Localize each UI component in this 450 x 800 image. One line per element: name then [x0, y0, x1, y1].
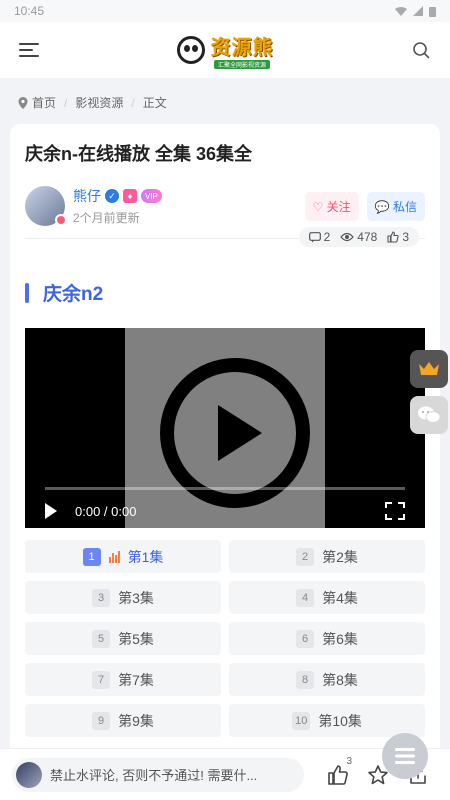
- episode-label: 第3集: [118, 589, 154, 606]
- status-time: 10:45: [14, 4, 45, 18]
- episode-number: 4: [296, 588, 315, 607]
- user-avatar: [16, 761, 42, 788]
- verified-icon: ✓: [105, 189, 119, 203]
- video-player[interactable]: 0:00 / 0:00: [25, 328, 425, 528]
- like-button-count: 3: [346, 755, 352, 767]
- author-avatar[interactable]: [25, 186, 67, 226]
- status-bar: 10:45: [0, 0, 450, 22]
- site-logo[interactable]: 资源熊 汇聚全网影视资源: [176, 31, 274, 69]
- wechat-float-button[interactable]: [410, 396, 448, 434]
- episode-label: 第9集: [118, 712, 154, 729]
- episode-number: 5: [92, 629, 111, 648]
- episode-button[interactable]: 7 第7集: [25, 663, 221, 696]
- follow-label: 关注: [326, 199, 351, 214]
- episode-number: 2: [296, 547, 315, 566]
- breadcrumb-category[interactable]: 影视资源: [75, 94, 123, 111]
- menu-icon[interactable]: [16, 37, 42, 63]
- episode-label: 第6集: [322, 630, 358, 647]
- episode-label: 第7集: [118, 671, 154, 688]
- view-count: 478: [340, 230, 377, 244]
- episode-number: 9: [92, 711, 111, 730]
- episode-number: 3: [92, 588, 111, 607]
- comment-count: 2: [308, 230, 330, 244]
- logo-text: 资源熊: [210, 37, 274, 59]
- episode-button[interactable]: 6 第6集: [229, 622, 425, 655]
- breadcrumb: 首页 / 影视资源 / 正文: [0, 78, 450, 123]
- like-button[interactable]: 3: [318, 756, 358, 786]
- panda-icon: [176, 36, 205, 64]
- message-label: 私信: [392, 199, 417, 214]
- status-icons: [395, 6, 436, 17]
- section-accent-bar: [25, 282, 29, 303]
- search-icon[interactable]: [408, 37, 434, 63]
- like-count: 3: [387, 230, 409, 244]
- breadcrumb-current: 正文: [142, 96, 167, 110]
- episode-button[interactable]: 4 第4集: [229, 581, 425, 614]
- episode-label: 第8集: [322, 671, 358, 688]
- top-bar: 资源熊 汇聚全网影视资源: [0, 22, 450, 78]
- author-name[interactable]: 熊仔: [73, 186, 101, 206]
- episode-number: 10: [292, 711, 311, 730]
- episode-button[interactable]: 8 第8集: [229, 663, 425, 696]
- follow-button[interactable]: ♡ 关注: [304, 191, 359, 221]
- episode-number: 8: [296, 670, 315, 689]
- breadcrumb-separator: /: [64, 95, 68, 110]
- thumb-up-icon: [387, 231, 400, 243]
- episode-button[interactable]: 3 第3集: [25, 581, 221, 614]
- location-pin-icon: [18, 96, 28, 109]
- episode-label: 第2集: [322, 548, 358, 565]
- comment-placeholder: 禁止水评论, 否则不予通过! 需要什...: [50, 768, 258, 783]
- episode-number: 7: [92, 670, 111, 689]
- heart-icon: ♡: [312, 199, 324, 214]
- wifi-icon: [395, 7, 407, 16]
- wechat-icon: [418, 406, 441, 423]
- section-heading: 庆余n2: [25, 279, 425, 306]
- section-title-text: 庆余n2: [43, 284, 104, 305]
- message-button[interactable]: 💬 私信: [366, 191, 425, 221]
- episode-list: 1 第1集 2 第2集 3 第3集 4 第4集 5 第5集 6 第6集 7 第7集 8 第8集 9 第9集 10 第1…: [25, 540, 425, 737]
- episode-button[interactable]: 10 第10集: [229, 704, 425, 737]
- author-row: 熊仔 ✓ ♦ VIP 2个月前更新 ♡ 关注 💬 私信: [25, 186, 425, 226]
- avatar-badge-icon: [55, 214, 67, 226]
- eye-icon: [340, 232, 355, 242]
- video-progress-bar[interactable]: [45, 487, 405, 490]
- menu-icon: [395, 748, 415, 764]
- comment-icon: [308, 231, 321, 242]
- breadcrumb-home[interactable]: 首页: [32, 94, 56, 111]
- logo-subtitle: 汇聚全网影视资源: [213, 60, 270, 69]
- episode-button[interactable]: 2 第2集: [229, 540, 425, 573]
- episode-button[interactable]: 5 第5集: [25, 622, 221, 655]
- chat-icon: 💬: [374, 199, 390, 214]
- post-card: 庆余n-在线播放 全集 36集全 熊仔 ✓ ♦ VIP 2个月前更新 ♡ 关注 …: [10, 124, 440, 800]
- episode-label: 第4集: [322, 589, 358, 606]
- play-icon[interactable]: [45, 503, 57, 519]
- level-badge-icon: ♦: [123, 189, 137, 203]
- fullscreen-icon[interactable]: [385, 502, 405, 520]
- thumb-up-icon: [328, 764, 348, 785]
- signal-icon: [413, 6, 423, 16]
- battery-icon: [429, 6, 436, 17]
- crown-icon: [419, 362, 439, 375]
- episode-number: 6: [296, 629, 315, 648]
- video-time: 0:00 / 0:00: [75, 503, 137, 519]
- divider: 2 478 3: [25, 227, 425, 247]
- vip-badge: VIP: [141, 189, 162, 203]
- float-menu-button[interactable]: [382, 733, 428, 779]
- breadcrumb-separator: /: [131, 95, 135, 110]
- episode-label: 第1集: [127, 548, 164, 565]
- post-title: 庆余n-在线播放 全集 36集全: [25, 144, 253, 164]
- episode-label: 第10集: [318, 712, 362, 729]
- playing-bars-icon: [108, 550, 120, 563]
- update-time: 2个月前更新: [73, 211, 140, 225]
- episode-number: 1: [82, 547, 101, 566]
- video-controls: 0:00 / 0:00: [45, 502, 405, 520]
- vip-float-button[interactable]: [410, 350, 448, 388]
- play-big-icon[interactable]: [160, 358, 310, 508]
- episode-button[interactable]: 9 第9集: [25, 704, 221, 737]
- episode-label: 第5集: [118, 630, 154, 647]
- post-stats: 2 478 3: [298, 227, 419, 247]
- episode-button[interactable]: 1 第1集: [25, 540, 221, 573]
- comment-input[interactable]: 禁止水评论, 否则不予通过! 需要什...: [12, 757, 304, 792]
